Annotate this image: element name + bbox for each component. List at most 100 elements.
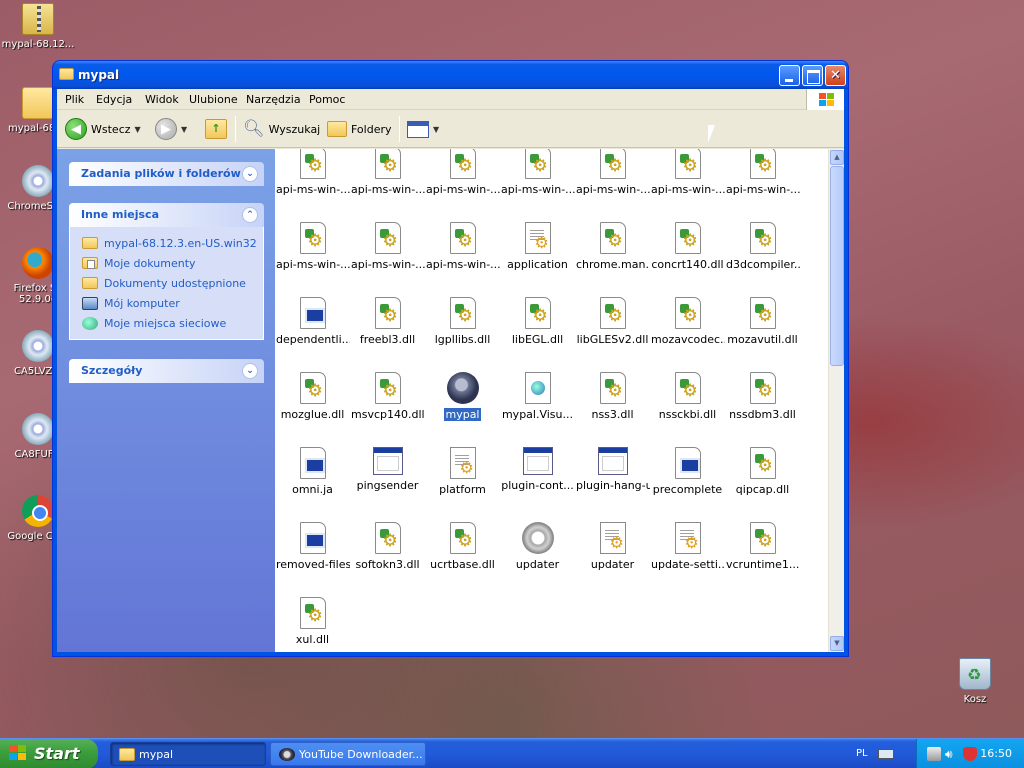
other-places-header[interactable]: Inne miejsca ⌃ — [69, 203, 264, 227]
menu-widok[interactable]: Widok — [145, 93, 179, 106]
menu-pomoc[interactable]: Pomoc — [309, 93, 345, 106]
details-header[interactable]: Szczegóły ⌄ — [69, 359, 264, 383]
file-item[interactable]: api-ms-win-... — [425, 149, 500, 213]
chevron-up-icon[interactable]: ⌃ — [242, 207, 258, 223]
file-item[interactable]: qipcap.dll — [725, 443, 800, 513]
file-item[interactable]: ucrtbase.dll — [425, 518, 500, 588]
file-item[interactable]: api-ms-win-... — [275, 218, 350, 288]
file-item[interactable]: softokn3.dll — [350, 518, 425, 588]
up-folder-button[interactable]: ↑ — [205, 117, 227, 141]
language-indicator[interactable]: PL — [856, 748, 868, 759]
volume-icon[interactable]: 🔊︎ — [945, 747, 959, 761]
place-my-computer[interactable]: Mój komputer — [82, 293, 263, 313]
file-item[interactable]: updater — [500, 518, 575, 588]
file-item[interactable]: vcruntime1... — [725, 518, 800, 588]
file-item[interactable]: platform — [425, 443, 500, 513]
place-network[interactable]: Moje miejsca sieciowe — [82, 313, 263, 333]
file-item[interactable]: api-ms-win-... — [725, 149, 800, 213]
file-item[interactable]: freebl3.dll — [350, 293, 425, 363]
file-list[interactable]: api-ms-win-...api-ms-win-...api-ms-win-.… — [275, 149, 828, 652]
up-folder-icon: ↑ — [205, 119, 227, 139]
file-item[interactable]: api-ms-win-... — [350, 149, 425, 213]
menu-narzedzia[interactable]: Narzędzia — [246, 93, 301, 106]
search-button[interactable]: 🔍︎ Wyszukaj — [243, 117, 320, 141]
file-name: nss3.dll — [591, 408, 634, 421]
forward-button[interactable]: ▶ ▼ — [155, 117, 187, 141]
file-item[interactable]: mozavcodec... — [650, 293, 725, 363]
views-button[interactable]: ▼ — [407, 117, 439, 141]
keyboard-icon[interactable] — [878, 749, 894, 759]
menu-plik[interactable]: Plik — [65, 93, 84, 106]
file-item[interactable]: mozavutil.dll — [725, 293, 800, 363]
file-item[interactable]: plugin-hang-ui — [575, 443, 650, 513]
file-item[interactable]: removed-files — [275, 518, 350, 588]
close-button[interactable]: ✕ — [825, 65, 846, 86]
dll-file-icon — [749, 297, 776, 329]
file-item[interactable]: api-ms-win-... — [425, 218, 500, 288]
file-item[interactable]: libEGL.dll — [500, 293, 575, 363]
taskbar-button-mypal[interactable]: mypal — [110, 742, 266, 766]
file-item[interactable]: api-ms-win-... — [350, 218, 425, 288]
file-item[interactable]: concrt140.dll — [650, 218, 725, 288]
start-button[interactable]: Start — [0, 739, 98, 768]
explorer-window[interactable]: mypal ✕ Plik Edycja Widok Ulubione Narzę… — [52, 60, 849, 657]
desktop-icon-mypal-zip[interactable]: mypal-68.12... — [0, 3, 76, 50]
cd-installer-icon — [22, 165, 54, 197]
file-item[interactable]: updater — [575, 518, 650, 588]
scroll-up-arrow-icon[interactable]: ▲ — [830, 150, 844, 165]
file-item[interactable]: chrome.man... — [575, 218, 650, 288]
file-item[interactable]: mozglue.dll — [275, 368, 350, 438]
chevron-down-icon[interactable]: ⌄ — [242, 166, 258, 182]
file-tasks-header[interactable]: Zadania plików i folderów ⌄ — [69, 162, 264, 186]
place-parent-folder[interactable]: mypal-68.12.3.en-US.win32 — [82, 233, 263, 253]
desktop-icon-label: Kosz — [963, 694, 987, 705]
file-item[interactable]: precomplete — [650, 443, 725, 513]
file-item[interactable]: omni.ja — [275, 443, 350, 513]
recycle-bin-icon — [959, 658, 991, 690]
file-item[interactable]: application — [500, 218, 575, 288]
dll-file-icon — [599, 222, 626, 254]
file-item[interactable]: libGLESv2.dll — [575, 293, 650, 363]
back-button[interactable]: ◀ Wstecz ▼ — [65, 117, 141, 141]
file-item[interactable]: dependentli... — [275, 293, 350, 363]
title-bar[interactable]: mypal ✕ — [53, 61, 848, 89]
place-my-documents[interactable]: Moje dokumenty — [82, 253, 263, 273]
file-item[interactable]: lgpllibs.dll — [425, 293, 500, 363]
taskbar-button-youtube-downloader[interactable]: YouTube Downloader... — [270, 742, 426, 766]
file-item[interactable]: pingsender — [350, 443, 425, 513]
file-item[interactable]: api-ms-win-... — [500, 149, 575, 213]
file-item[interactable]: mypal.Visu... — [500, 368, 575, 438]
minimize-button[interactable] — [779, 65, 800, 86]
file-name: msvcp140.dll — [351, 408, 425, 421]
place-shared-documents[interactable]: Dokumenty udostępnione — [82, 273, 263, 293]
file-item[interactable]: msvcp140.dll — [350, 368, 425, 438]
file-item[interactable]: api-ms-win-... — [275, 149, 350, 213]
folders-button[interactable]: Foldery — [327, 117, 392, 141]
file-item[interactable]: nss3.dll — [575, 368, 650, 438]
desktop-icon-recycle-bin[interactable]: Kosz — [937, 658, 1013, 705]
menu-ulubione[interactable]: Ulubione — [189, 93, 238, 106]
menu-edycja[interactable]: Edycja — [96, 93, 132, 106]
scroll-down-arrow-icon[interactable]: ▼ — [830, 636, 844, 651]
maximize-button[interactable] — [802, 65, 823, 86]
security-shield-icon[interactable] — [963, 747, 977, 761]
vertical-scrollbar[interactable]: ▲ ▼ — [828, 149, 844, 652]
file-item[interactable]: plugin-cont... — [500, 443, 575, 513]
file-item[interactable]: mypal — [425, 368, 500, 438]
file-name: mypal.Visu... — [501, 408, 574, 421]
back-label: Wstecz — [91, 122, 131, 136]
details-title: Szczegóły — [81, 364, 143, 377]
folders-label: Foldery — [351, 122, 392, 136]
chevron-down-icon[interactable]: ⌄ — [242, 363, 258, 379]
file-item[interactable]: xul.dll — [275, 593, 350, 652]
file-item[interactable]: update-setti... — [650, 518, 725, 588]
clock[interactable]: 16:50 — [980, 747, 1012, 760]
scrollbar-thumb[interactable] — [830, 166, 844, 366]
file-item[interactable]: nssdbm3.dll — [725, 368, 800, 438]
hardware-icon[interactable] — [927, 747, 941, 761]
file-item[interactable]: api-ms-win-... — [575, 149, 650, 213]
file-item[interactable]: d3dcompiler... — [725, 218, 800, 288]
file-item[interactable]: nssckbi.dll — [650, 368, 725, 438]
file-item[interactable]: api-ms-win-... — [650, 149, 725, 213]
search-icon: 🔍︎ — [243, 119, 265, 139]
